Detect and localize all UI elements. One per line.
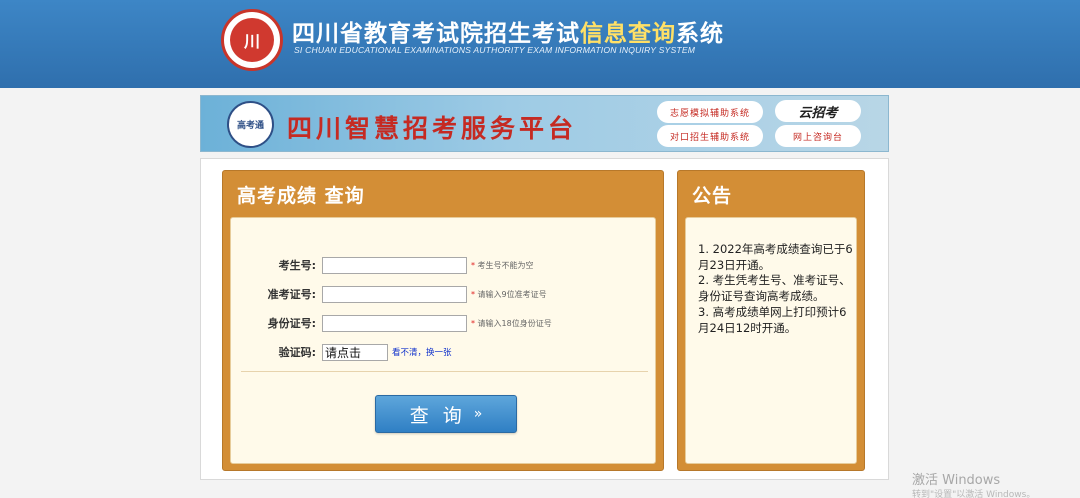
volunteer-sim-link[interactable]: 志愿模拟辅助系统: [657, 101, 763, 123]
gaokaotong-badge: 高考通: [227, 101, 274, 148]
notice-body: 1. 2022年高考成绩查询已于6月23日开通。 2. 考生凭考生号、准考证号、…: [685, 217, 857, 464]
title-part1: 四川省教育考试院招生考试: [292, 21, 580, 47]
required-star: *: [471, 318, 475, 328]
candidate-number-hint: * 考生号不能为空: [471, 260, 534, 271]
query-submit-button[interactable]: 查询»: [375, 395, 517, 433]
title-part2: 系统: [676, 21, 724, 47]
admission-ticket-row: 准考证号: * 请输入9位准考证号: [231, 285, 547, 303]
windows-activation-hint: 转到"设置"以激活 Windows。: [912, 490, 1036, 498]
id-number-hint-text: 请输入18位身份证号: [477, 318, 552, 328]
title-highlight: 信息查询: [580, 21, 676, 47]
banner-title: 四川智慧招考服务平台: [287, 114, 578, 143]
candidate-number-hint-text: 考生号不能为空: [477, 260, 534, 270]
query-panel-title: 高考成绩 查询: [237, 185, 365, 207]
double-arrow-icon: »: [473, 406, 483, 422]
service-platform-banner[interactable]: 高考通 四川智慧招考服务平台 志愿模拟辅助系统 对口招生辅助系统 云招考 网上咨…: [200, 95, 889, 152]
captcha-row: 验证码: 请点击 看不清，换一张: [231, 343, 452, 361]
id-number-hint: * 请输入18位身份证号: [471, 318, 552, 329]
id-number-row: 身份证号: * 请输入18位身份证号: [231, 314, 552, 332]
online-consult-link[interactable]: 网上咨询台: [775, 125, 861, 147]
admission-ticket-input[interactable]: [322, 285, 467, 303]
site-title: 四川省教育考试院招生考试信息查询系统: [292, 14, 724, 48]
notice-item: 2. 考生凭考生号、准考证号、身份证号查询高考成绩。: [698, 273, 851, 304]
notice-item: 3. 高考成绩单网上打印预计6月24日12时开通。: [698, 304, 847, 335]
cloud-admission-brand[interactable]: 云招考: [775, 100, 861, 122]
site-subtitle: SI CHUAN EDUCATIONAL EXAMINATIONS AUTHOR…: [294, 45, 696, 55]
institution-logo: 川: [221, 9, 283, 71]
candidate-number-input[interactable]: [322, 256, 467, 274]
counterpart-admission-link[interactable]: 对口招生辅助系统: [657, 125, 763, 147]
notice-list: 1. 2022年高考成绩查询已于6月23日开通。 2. 考生凭考生号、准考证号、…: [698, 242, 853, 336]
logo-emblem: 川: [230, 18, 274, 62]
candidate-number-row: 考生号: * 考生号不能为空: [231, 256, 534, 274]
notice-panel: 公告 1. 2022年高考成绩查询已于6月23日开通。 2. 考生凭考生号、准考…: [677, 170, 865, 471]
windows-activation-watermark: 激活 Windows: [912, 473, 1001, 488]
refresh-captcha-link[interactable]: 看不清，换一张: [392, 346, 452, 358]
required-star: *: [471, 260, 475, 270]
notice-panel-title: 公告: [692, 185, 733, 207]
score-query-panel: 高考成绩 查询 考生号: * 考生号不能为空 准考证号: * 请输入9位准考证号…: [222, 170, 664, 471]
site-header: 川 四川省教育考试院招生考试信息查询系统 SI CHUAN EDUCATIONA…: [0, 0, 1080, 88]
captcha-box[interactable]: 请点击: [322, 343, 388, 361]
form-divider: [241, 371, 648, 372]
required-star: *: [471, 289, 475, 299]
captcha-label: 验证码:: [278, 346, 316, 359]
admission-ticket-hint-text: 请输入9位准考证号: [477, 289, 547, 299]
admission-ticket-hint: * 请输入9位准考证号: [471, 289, 547, 300]
query-form: 考生号: * 考生号不能为空 准考证号: * 请输入9位准考证号 身份证号: *…: [230, 217, 656, 464]
id-number-input[interactable]: [322, 314, 467, 332]
notice-item: 1. 2022年高考成绩查询已于6月23日开通。: [698, 242, 853, 272]
id-number-label: 身份证号:: [267, 317, 316, 330]
admission-ticket-label: 准考证号:: [267, 288, 316, 301]
candidate-number-label: 考生号:: [278, 259, 316, 272]
query-button-label: 查询: [409, 404, 476, 427]
